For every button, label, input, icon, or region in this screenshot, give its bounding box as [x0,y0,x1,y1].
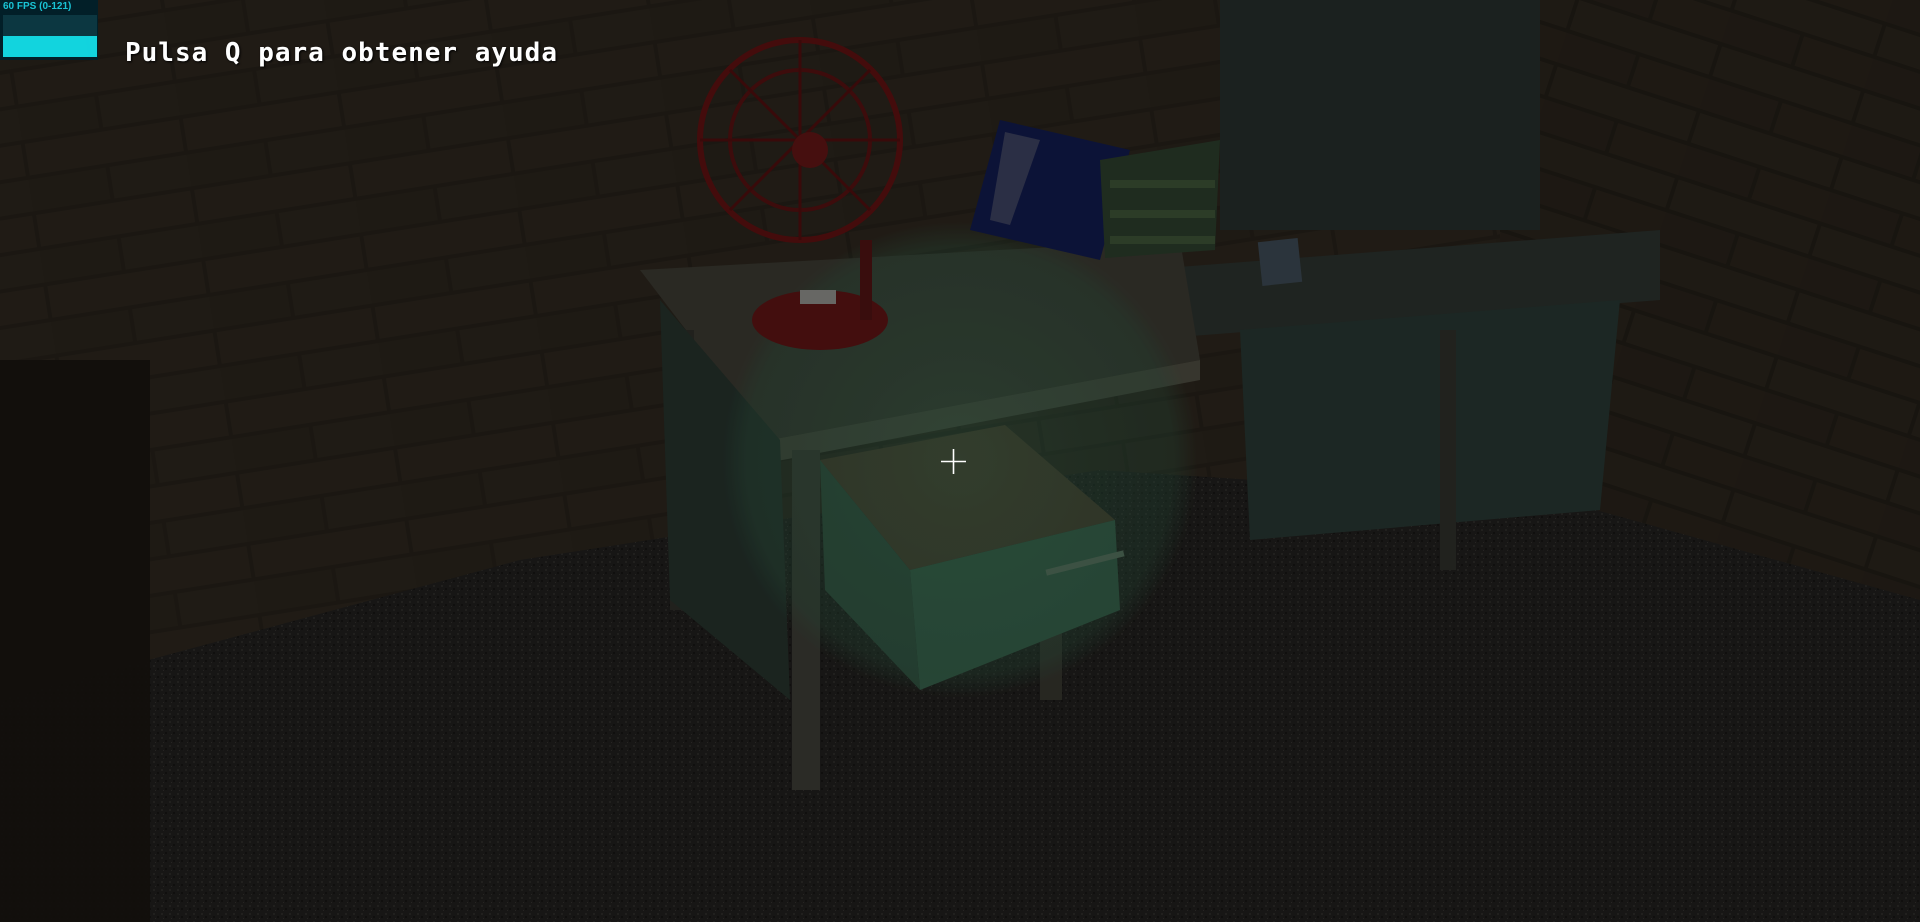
help-hint-text: Pulsa Q para obtener ayuda [125,38,558,68]
crosshair-icon [941,449,966,474]
fps-graph-bar [3,36,97,57]
fps-stats-panel[interactable]: 60 FPS (0-121) [0,0,98,60]
game-viewport[interactable]: 60 FPS (0-121) Pulsa Q para obtener ayud… [0,0,1920,922]
fps-graph [3,15,97,57]
fps-counter: 60 FPS (0-121) [3,1,72,12]
